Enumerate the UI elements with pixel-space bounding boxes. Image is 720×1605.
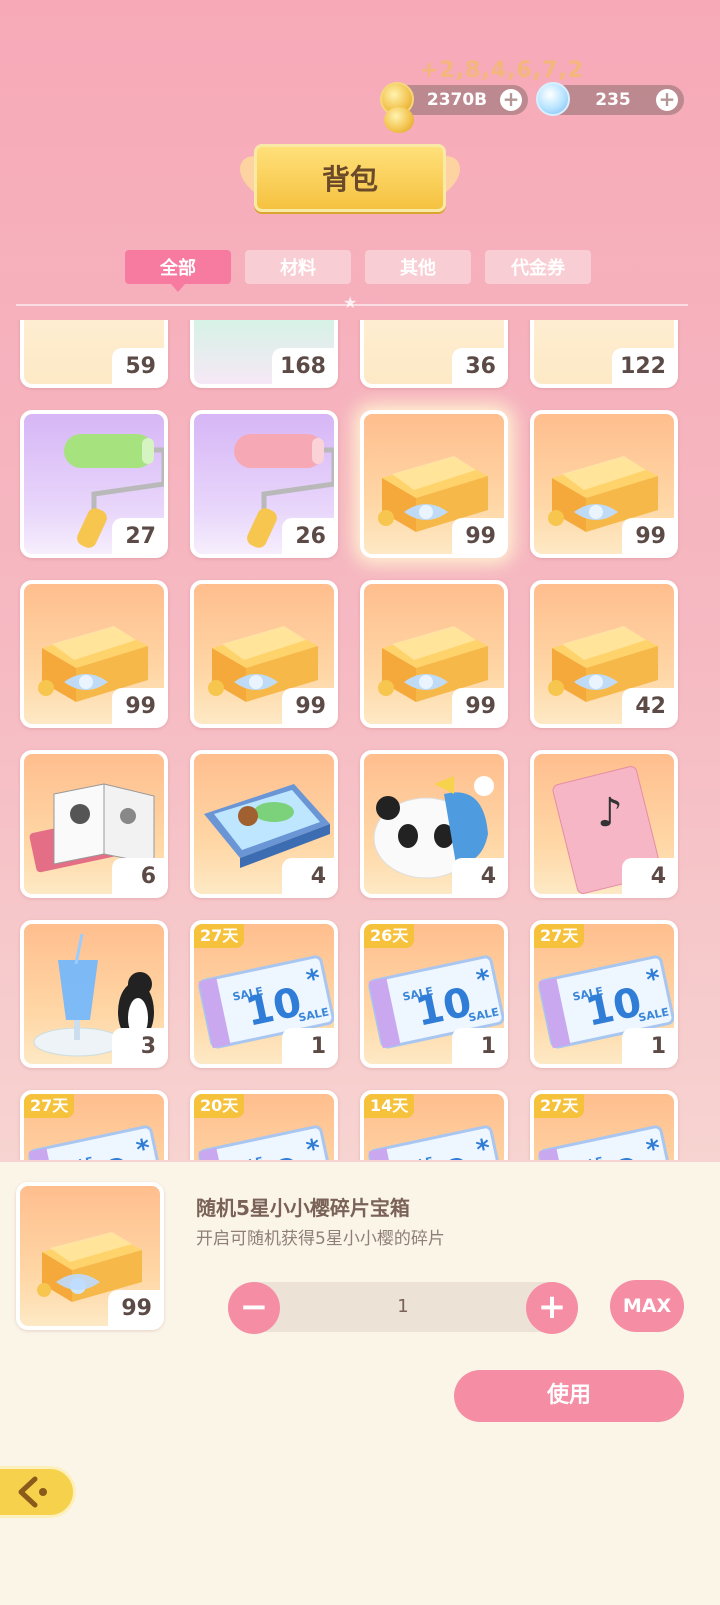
item-count: 99 xyxy=(622,518,674,554)
inventory-grid: 59 168 36 122 27 26 99 99 99 99 99 42 6 4 4 ♪ 4 3 SALE 10 * S… xyxy=(20,320,678,1160)
item-name: 随机5星小小樱碎片宝箱 xyxy=(196,1196,410,1220)
item-count: 99 xyxy=(452,688,504,724)
use-button[interactable]: 使用 xyxy=(454,1370,684,1422)
item-count: 6 xyxy=(112,858,164,894)
inventory-item[interactable]: SALE10*SALE27天 xyxy=(20,1090,168,1160)
selected-item-count: 99 xyxy=(108,1290,160,1326)
expiry-badge: 27天 xyxy=(534,1094,585,1118)
item-count: 1 xyxy=(622,1028,674,1064)
item-count: 4 xyxy=(452,858,504,894)
star-icon: ★ xyxy=(343,293,358,312)
item-count: 4 xyxy=(282,858,334,894)
inventory-item[interactable]: 99 xyxy=(360,410,508,558)
inventory-item[interactable]: 122 xyxy=(530,320,678,388)
title-banner: 背包 xyxy=(240,138,460,224)
item-count: 99 xyxy=(282,688,334,724)
gem-value: 235 xyxy=(595,90,631,110)
inventory-item[interactable]: ♪ 4 xyxy=(530,750,678,898)
inventory-item[interactable]: 99 xyxy=(530,410,678,558)
inventory-item[interactable]: 6 xyxy=(20,750,168,898)
inventory-item[interactable]: SALE10*SALE14天 xyxy=(360,1090,508,1160)
inventory-item[interactable]: 4 xyxy=(190,750,338,898)
item-count: 59 xyxy=(112,348,164,384)
expiry-badge: 27天 xyxy=(194,924,245,948)
tab-others[interactable]: 其他 xyxy=(365,250,471,284)
back-arrow-icon xyxy=(18,1476,47,1508)
inventory-item[interactable]: 27 xyxy=(20,410,168,558)
back-button[interactable] xyxy=(0,1466,76,1518)
inventory-item[interactable]: 59 xyxy=(20,320,168,388)
expiry-badge: 27天 xyxy=(534,924,585,948)
item-count: 36 xyxy=(452,348,504,384)
tab-all[interactable]: 全部 xyxy=(125,250,231,292)
coin-counter[interactable]: 2370B + xyxy=(380,82,528,133)
coin-value: 2370B xyxy=(426,90,488,110)
inventory-item[interactable]: SALE 10 * SALE 26天 1 xyxy=(360,920,508,1068)
svg-text:♪: ♪ xyxy=(597,790,623,836)
category-tabs: 全部 材料 其他 代金券 xyxy=(125,250,591,292)
item-detail-panel: 99 随机5星小小樱碎片宝箱 开启可随机获得5星小小樱的碎片 1 − + MAX… xyxy=(0,1162,720,1605)
inventory-item[interactable]: 42 xyxy=(530,580,678,728)
expiry-badge: 26天 xyxy=(364,924,415,948)
reward-popup-text: +2,8,4,6,7,2 xyxy=(420,58,585,83)
inventory-item[interactable]: 26 xyxy=(190,410,338,558)
page-title: 背包 xyxy=(254,144,446,212)
item-count: 1 xyxy=(282,1028,334,1064)
coin-stack-icon xyxy=(384,107,414,133)
tab-materials[interactable]: 材料 xyxy=(245,250,351,284)
inventory-item[interactable]: SALE10*SALE20天 xyxy=(190,1090,338,1160)
item-count: 99 xyxy=(452,518,504,554)
inventory-item[interactable]: 99 xyxy=(190,580,338,728)
expiry-badge: 20天 xyxy=(194,1094,245,1118)
gem-counter[interactable]: 235 + xyxy=(536,82,684,116)
item-description: 开启可随机获得5星小小樱的碎片 xyxy=(196,1229,445,1249)
inventory-item[interactable]: 99 xyxy=(360,580,508,728)
add-gem-button[interactable]: + xyxy=(656,89,678,111)
add-coin-button[interactable]: + xyxy=(500,89,522,111)
inventory-item[interactable]: SALE 10 * SALE 27天 1 xyxy=(530,920,678,1068)
inventory-item[interactable]: 3 xyxy=(20,920,168,1068)
expiry-badge: 27天 xyxy=(24,1094,75,1118)
inventory-item[interactable]: SALE 10 * SALE 27天 1 xyxy=(190,920,338,1068)
inventory-item[interactable]: 168 xyxy=(190,320,338,388)
item-count: 99 xyxy=(112,688,164,724)
decrease-button[interactable]: − xyxy=(228,1282,280,1334)
item-count: 42 xyxy=(622,688,674,724)
selected-item-cell: 99 xyxy=(16,1182,164,1330)
expiry-badge: 14天 xyxy=(364,1094,415,1118)
increase-button[interactable]: + xyxy=(526,1282,578,1334)
item-count: 4 xyxy=(622,858,674,894)
item-count: 3 xyxy=(112,1028,164,1064)
inventory-scroll-area[interactable]: 59 168 36 122 27 26 99 99 99 99 99 42 6 4 4 ♪ 4 3 SALE 10 * S… xyxy=(0,320,720,1160)
item-count: 27 xyxy=(112,518,164,554)
inventory-item[interactable]: SALE10*SALE27天 xyxy=(530,1090,678,1160)
item-count: 1 xyxy=(452,1028,504,1064)
max-button[interactable]: MAX xyxy=(610,1280,684,1332)
inventory-item[interactable]: 36 xyxy=(360,320,508,388)
item-count: 122 xyxy=(612,348,674,384)
item-count: 26 xyxy=(282,518,334,554)
quantity-stepper: 1 − + xyxy=(228,1282,578,1334)
inventory-item[interactable]: 99 xyxy=(20,580,168,728)
tab-vouchers[interactable]: 代金券 xyxy=(485,250,591,284)
item-count: 168 xyxy=(272,348,334,384)
currency-bar: 2370B + 235 + xyxy=(380,82,684,133)
inventory-item[interactable]: 4 xyxy=(360,750,508,898)
gem-icon xyxy=(536,82,570,116)
